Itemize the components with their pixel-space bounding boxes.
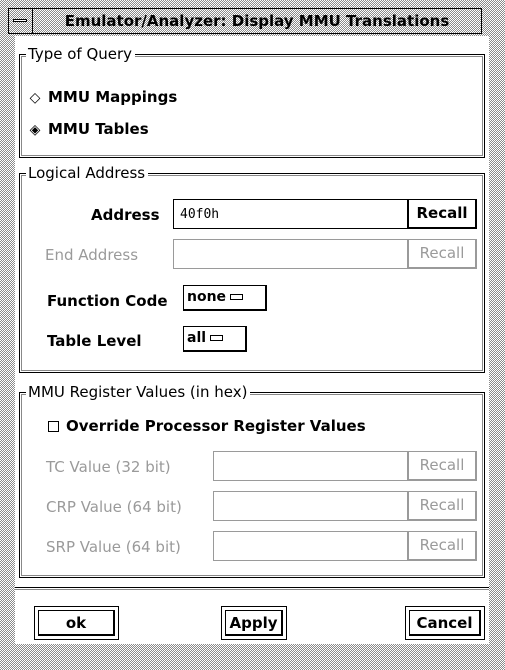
srp-value-label: SRP Value (64 bit) — [46, 538, 181, 556]
crp-recall-button[interactable]: Recall — [408, 491, 477, 521]
function-code-value: none — [187, 289, 227, 305]
table-level-label: Table Level — [47, 332, 142, 350]
radio-mmu-tables-label: MMU Tables — [48, 120, 149, 138]
address-input[interactable] — [174, 200, 407, 228]
option-menu-indicator-icon — [230, 294, 244, 300]
function-code-option-menu[interactable]: none — [183, 285, 267, 311]
window-title: Emulator/Analyzer: Display MMU Translati… — [64, 12, 450, 30]
query-type-legend: Type of Query — [26, 45, 136, 63]
end-address-input[interactable] — [174, 240, 407, 268]
ok-button-label: ok — [38, 610, 115, 636]
table-level-option-menu[interactable]: all — [183, 326, 247, 352]
end-address-recall-button[interactable]: Recall — [408, 239, 477, 269]
crp-value-label: CRP Value (64 bit) — [46, 498, 182, 516]
checkbox-unchecked-icon — [48, 421, 59, 432]
srp-value-field[interactable] — [213, 531, 408, 561]
tc-value-field[interactable] — [213, 451, 408, 481]
dialog-window: Emulator/Analyzer: Display MMU Translati… — [0, 0, 505, 670]
apply-button[interactable]: Apply — [221, 606, 287, 640]
radio-unselected-icon: ◇ — [29, 90, 41, 106]
crp-value-field[interactable] — [213, 491, 408, 521]
override-register-checkbox[interactable]: Override Processor Register Values — [48, 417, 366, 435]
title-bar[interactable]: Emulator/Analyzer: Display MMU Translati… — [8, 8, 482, 34]
tc-recall-button[interactable]: Recall — [408, 451, 477, 481]
radio-mmu-mappings[interactable]: ◇ MMU Mappings — [28, 88, 178, 107]
override-register-label: Override Processor Register Values — [66, 417, 366, 435]
radio-selected-icon: ◈ — [29, 122, 41, 138]
apply-button-label: Apply — [225, 610, 283, 636]
tc-value-label: TC Value (32 bit) — [46, 458, 171, 476]
end-address-label: End Address — [45, 246, 139, 264]
option-menu-indicator-icon — [210, 335, 224, 341]
dialog-body: Type of Query ◇ MMU Mappings ◈ MMU Tables … — [15, 36, 489, 644]
cancel-button-label: Cancel — [409, 610, 481, 636]
cancel-button[interactable]: Cancel — [405, 606, 485, 640]
register-values-legend: MMU Register Values (in hex) — [26, 383, 251, 401]
action-area-separator — [15, 587, 489, 590]
window-menu-icon[interactable] — [9, 9, 33, 33]
table-level-value: all — [187, 330, 207, 346]
radio-mmu-mappings-label: MMU Mappings — [48, 88, 178, 106]
end-address-field[interactable] — [173, 239, 408, 269]
address-field[interactable] — [173, 199, 408, 229]
function-code-label: Function Code — [47, 292, 168, 310]
logical-address-legend: Logical Address — [26, 164, 149, 182]
ok-button[interactable]: ok — [34, 606, 119, 640]
srp-recall-button[interactable]: Recall — [408, 531, 477, 561]
address-recall-button[interactable]: Recall — [408, 199, 477, 229]
radio-mmu-tables[interactable]: ◈ MMU Tables — [28, 120, 149, 139]
address-label: Address — [91, 206, 160, 224]
